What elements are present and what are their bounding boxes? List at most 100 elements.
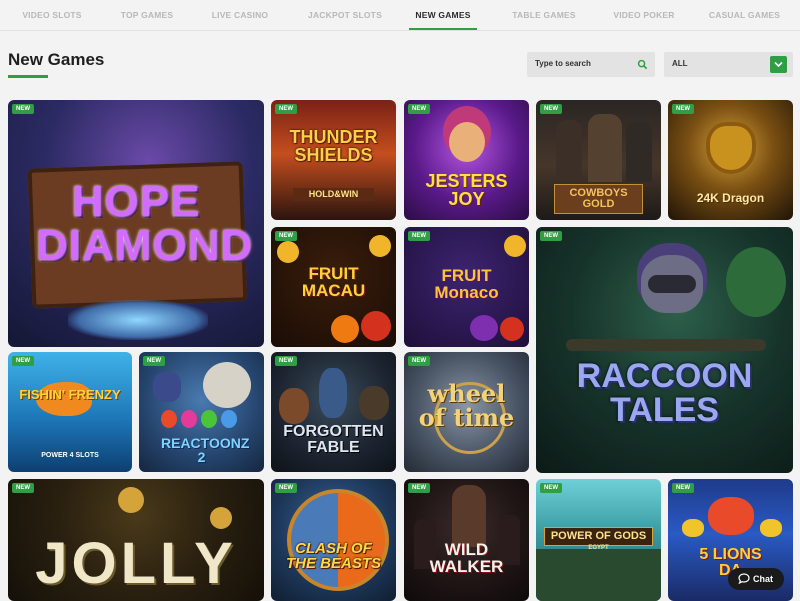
new-badge: NEW	[275, 104, 297, 114]
new-badge: NEW	[408, 231, 430, 241]
game-tile-hope-diamond[interactable]: NEW HOPE DIAMOND	[8, 100, 264, 347]
new-badge: NEW	[672, 104, 694, 114]
diamond-glow	[68, 300, 208, 340]
palm-background	[536, 549, 661, 601]
game-title: THUNDER SHIELDS	[289, 127, 378, 165]
alien-character	[153, 372, 181, 402]
alien-character	[221, 410, 237, 428]
game-tile-cowboys-gold[interactable]: NEW COWBOYS GOLD	[536, 100, 661, 220]
game-title: FORGOTTEN FABLE	[283, 423, 384, 456]
gold-coin	[118, 487, 144, 513]
category-nav: VIDEO SLOTS TOP GAMES LIVE CASINO JACKPO…	[0, 0, 800, 31]
game-tile-power-of-gods[interactable]: NEW POWER OF GODS EGYPT	[536, 479, 661, 601]
new-badge: NEW	[540, 483, 562, 493]
game-tile-jolly[interactable]: NEW JOLLY	[8, 479, 264, 601]
gold-coin	[369, 235, 391, 257]
tab-live-casino[interactable]: LIVE CASINO	[190, 0, 290, 30]
chat-button[interactable]: Chat	[728, 568, 784, 590]
new-badge: NEW	[672, 483, 694, 493]
new-badge: NEW	[408, 356, 430, 366]
tab-jackpot-slots[interactable]: JACKPOT SLOTS	[290, 0, 400, 30]
chat-bubble-icon	[738, 573, 750, 584]
game-subtitle: HOLD&WIN	[293, 188, 374, 201]
tab-casual-games[interactable]: CASUAL GAMES	[689, 0, 800, 30]
grapes-fruit	[470, 315, 498, 341]
new-badge: NEW	[275, 231, 297, 241]
search-placeholder: Type to search	[535, 59, 591, 68]
new-badge: NEW	[12, 356, 34, 366]
lion-head	[760, 519, 782, 537]
game-title: FRUIT MACAU	[301, 264, 366, 300]
lion-head	[682, 519, 704, 537]
search-input[interactable]: Type to search	[527, 52, 655, 77]
game-title: FRUIT Monaco	[434, 266, 499, 302]
game-tile-jesters-joy[interactable]: NEW JESTERS JOY	[404, 100, 529, 220]
new-badge: NEW	[540, 104, 562, 114]
gold-coin	[504, 235, 526, 257]
character-figure	[279, 388, 309, 424]
alien-character	[161, 410, 177, 428]
jester-face	[449, 122, 485, 162]
chat-label: Chat	[753, 574, 773, 584]
gold-coin	[277, 241, 299, 263]
game-tile-fruit-monaco[interactable]: NEW FRUIT Monaco	[404, 227, 529, 347]
game-tile-fruit-macau[interactable]: NEW FRUIT MACAU	[271, 227, 396, 347]
game-title: FISHIN' FRENZY	[19, 387, 121, 402]
alien-character	[201, 410, 217, 428]
game-subtitle: POWER 4 SLOTS	[41, 452, 99, 459]
game-title: HOPE DIAMOND	[36, 177, 254, 270]
orange-fruit	[331, 315, 359, 343]
tree-foliage	[726, 247, 786, 317]
game-title: CLASH OF THE BEASTS	[285, 540, 381, 572]
dragon-head	[706, 122, 756, 174]
game-tile-wild-walker[interactable]: NEW WILD WALKER	[404, 479, 529, 601]
walker-figure	[452, 485, 486, 547]
raccoon-mask	[648, 275, 696, 293]
new-badge: NEW	[275, 356, 297, 366]
chevron-down-icon	[774, 61, 783, 68]
game-title: POWER OF GODS	[544, 527, 653, 546]
game-title: JOLLY	[35, 531, 237, 596]
tab-table-games[interactable]: TABLE GAMES	[489, 0, 599, 30]
game-tile-raccoon-tales[interactable]: NEW RACCOON TALES	[536, 227, 793, 473]
search-icon	[637, 59, 648, 70]
new-badge: NEW	[12, 104, 34, 114]
dropdown-toggle[interactable]	[770, 56, 787, 73]
game-tile-reactoonz-2[interactable]: NEW REACTOONZ 2	[139, 352, 264, 472]
lion-head	[708, 497, 754, 535]
tab-new-games[interactable]: NEW GAMES	[409, 0, 477, 30]
cowboy-figure	[626, 122, 652, 182]
new-badge: NEW	[12, 483, 34, 493]
game-tile-fishin-frenzy[interactable]: NEW FISHIN' FRENZY POWER 4 SLOTS	[8, 352, 132, 472]
cowboy-figure	[588, 114, 622, 182]
new-badge: NEW	[408, 104, 430, 114]
character-figure	[359, 386, 389, 420]
game-subtitle: EGYPT	[588, 545, 609, 551]
stone-path	[566, 339, 766, 351]
alien-character	[203, 362, 251, 408]
title-underline	[8, 75, 48, 78]
new-badge: NEW	[143, 356, 165, 366]
new-badge: NEW	[408, 483, 430, 493]
game-title: REACTOONZ 2	[161, 435, 250, 465]
filter-dropdown[interactable]: ALL	[664, 52, 793, 77]
game-tile-24k-dragon[interactable]: NEW 24K Dragon	[668, 100, 793, 220]
game-title: wheel of time	[418, 379, 515, 432]
gold-coin	[210, 507, 232, 529]
tab-top-games[interactable]: TOP GAMES	[104, 0, 190, 30]
game-tile-thunder-shields[interactable]: NEW THUNDER SHIELDS HOLD&WIN	[271, 100, 396, 220]
game-title: WILD WALKER	[429, 540, 504, 576]
game-tile-forgotten-fable[interactable]: NEW FORGOTTEN FABLE	[271, 352, 396, 472]
cherry-fruit	[500, 317, 524, 341]
game-title: RACCOON TALES	[576, 357, 753, 429]
cowboy-figure	[556, 120, 582, 182]
game-tile-clash-of-the-beasts[interactable]: NEW CLASH OF THE BEASTS	[271, 479, 396, 601]
new-badge: NEW	[540, 231, 562, 241]
tab-video-poker[interactable]: VIDEO POKER	[599, 0, 689, 30]
page-title: New Games	[8, 50, 105, 69]
alien-character	[181, 410, 197, 428]
watermelon-fruit	[361, 311, 391, 341]
game-tile-wheel-of-time[interactable]: NEW wheel of time	[404, 352, 529, 472]
tab-video-slots[interactable]: VIDEO SLOTS	[0, 0, 104, 30]
filter-selected-value: ALL	[672, 59, 688, 68]
